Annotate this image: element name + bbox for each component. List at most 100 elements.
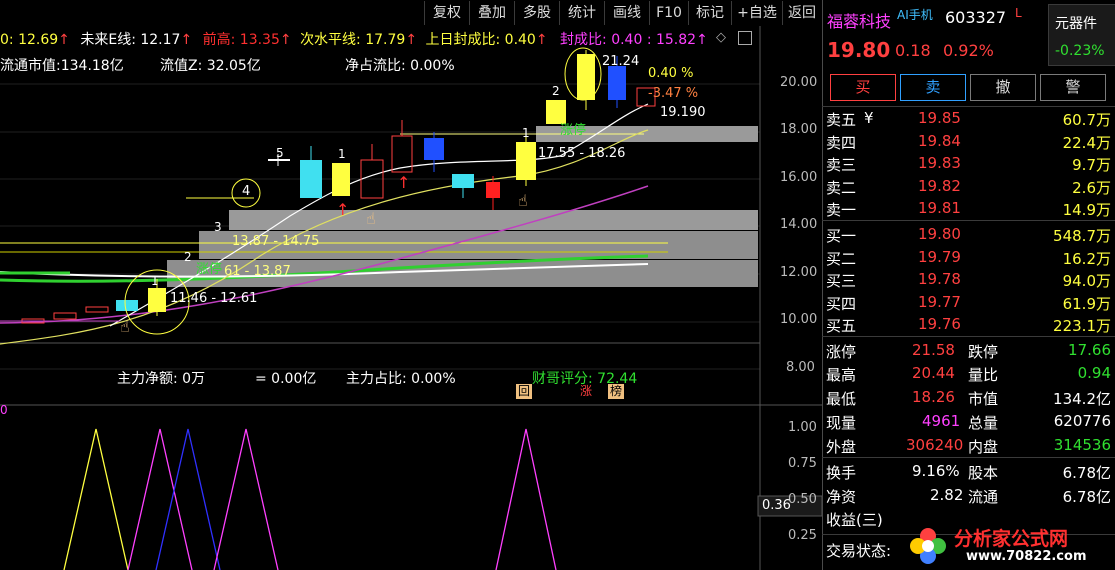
- flower-logo-icon: [908, 526, 948, 566]
- stock-code: 603327: [945, 8, 1007, 27]
- label-n1b: 1: [338, 147, 346, 161]
- current-price: 19.80: [827, 38, 891, 62]
- label-zone-top: 17.55 - 18.26: [538, 146, 626, 161]
- ask-row-3[interactable]: 卖三 19.83 9.7万: [822, 152, 1115, 175]
- axis-tick: 12.00: [780, 265, 818, 280]
- toolbar-add-watchlist[interactable]: +自选: [731, 1, 782, 25]
- watermark-url: www.70822.com: [966, 549, 1087, 564]
- toolbar-back[interactable]: 返回: [782, 1, 821, 25]
- axis-tick: 8.00: [786, 360, 815, 375]
- bid-row-4[interactable]: 买四 19.77 61.9万: [822, 291, 1115, 314]
- indicator-current-value: 0.36: [762, 498, 791, 513]
- inner-label: 内盘: [968, 438, 999, 456]
- limit-down-label: 跌停: [968, 343, 999, 361]
- ask-row-1[interactable]: 卖一 19.81 14.9万: [822, 197, 1115, 220]
- buy-button[interactable]: 买: [830, 74, 896, 101]
- hand-pointer-icon: ☝: [366, 209, 376, 228]
- ask-label: 卖三: [826, 156, 857, 174]
- label-n2b: 2: [552, 84, 560, 98]
- ask-label: 卖一: [826, 201, 857, 219]
- stock-suffix: L: [1015, 6, 1022, 20]
- bid-row-1[interactable]: 买一 19.80 548.7万: [822, 223, 1115, 246]
- stats-row-high: 最高 20.44 量比 0.94: [822, 362, 1115, 385]
- label-price-right: 19.190: [660, 105, 706, 120]
- tag-hui[interactable]: 回: [516, 384, 532, 399]
- limit-up-label: 涨停: [826, 343, 857, 361]
- ask-volume: 2.6万: [1072, 179, 1111, 197]
- label-n1: 1: [151, 274, 159, 288]
- buy-arrow-icon: ↑: [397, 173, 410, 192]
- candle: [332, 163, 350, 196]
- axis-tick: 18.00: [780, 122, 818, 137]
- cur-vol-value: 4961: [922, 412, 961, 430]
- net-asset-label: 净资: [826, 488, 857, 506]
- bid-volume: 16.2万: [1062, 250, 1111, 268]
- float-label: 流通: [968, 488, 999, 506]
- price-change-pct: 0.92%: [943, 41, 994, 60]
- toolbar-multi-stock[interactable]: 多股: [514, 1, 559, 25]
- alert-button[interactable]: 警: [1040, 74, 1106, 101]
- bid-label: 买三: [826, 272, 857, 290]
- total-vol-label: 总量: [968, 414, 999, 432]
- top-toolbar: 复权 叠加 多股 统计 画线 F10 标记 +自选 返回: [0, 0, 822, 26]
- label-top-price: 21.24: [602, 54, 640, 69]
- candle: [116, 300, 138, 311]
- buy-arrow-icon: ↑: [336, 200, 349, 219]
- ask-row-5[interactable]: 卖五 ¥ 19.85 60.7万: [822, 107, 1115, 130]
- net-asset-value: 2.82: [930, 486, 964, 504]
- turnover-label: 换手: [826, 464, 857, 482]
- sector-name: 元器件: [1055, 16, 1097, 32]
- toolbar-draw-line[interactable]: 画线: [604, 1, 649, 25]
- bid-row-2[interactable]: 买二 19.79 16.2万: [822, 246, 1115, 269]
- bid-label: 买四: [826, 295, 857, 313]
- tag-zhang[interactable]: 涨: [578, 384, 594, 399]
- bid-row-5[interactable]: 买五 19.76 223.1万: [822, 313, 1115, 336]
- tag-bang[interactable]: 榜: [608, 384, 624, 399]
- toolbar-restore-rights[interactable]: 复权: [424, 1, 469, 25]
- stats-row-turnover: 换手 9.16% 股本 6.78亿: [822, 460, 1115, 483]
- toolbar-mark[interactable]: 标记: [688, 1, 731, 25]
- indicator-tick: 0.25: [788, 528, 817, 543]
- ask-row-2[interactable]: 卖二 19.82 2.6万: [822, 175, 1115, 198]
- inner-value: 314536: [1053, 436, 1111, 454]
- sell-button[interactable]: 卖: [900, 74, 966, 101]
- bid-row-3[interactable]: 买三 19.78 94.0万: [822, 268, 1115, 291]
- bid-price: 19.77: [918, 293, 961, 311]
- ask-price: 19.81: [918, 199, 961, 217]
- outer-label: 外盘: [826, 438, 857, 456]
- axis-tick: 10.00: [780, 312, 818, 327]
- float-value: 6.78亿: [1062, 488, 1111, 506]
- vol-ratio-value: 0.94: [1077, 364, 1111, 382]
- bid-price: 19.79: [918, 248, 961, 266]
- turnover-value: 9.16%: [912, 462, 960, 480]
- ask-label: 卖二: [826, 179, 857, 197]
- zone-mid-1: [229, 210, 758, 230]
- stats-row-outer: 外盘 306240 内盘 314536: [822, 434, 1115, 457]
- hand-pointer-icon: ☝: [518, 191, 528, 210]
- vol-ratio-label: 量比: [968, 366, 999, 384]
- sector-box[interactable]: 元器件 -0.23%: [1048, 4, 1115, 66]
- price-change: 0.18: [895, 41, 931, 60]
- axis-tick: 20.00: [780, 75, 818, 90]
- mcap-value: 134.2亿: [1053, 390, 1111, 408]
- cancel-order-button[interactable]: 撤: [970, 74, 1036, 101]
- ask-price: 19.83: [918, 154, 961, 172]
- watermark: 分析家公式网 www.70822.com: [906, 522, 1115, 570]
- axis-tick: 14.00: [780, 217, 818, 232]
- ask-label: 卖四: [826, 134, 857, 152]
- bid-label: 买五: [826, 317, 857, 335]
- main-ratio: 主力占比: 0.00%: [346, 371, 456, 387]
- ai-phone-tag[interactable]: AI手机: [897, 6, 933, 23]
- stats-row-vol: 现量 4961 总量 620776: [822, 410, 1115, 433]
- toolbar-statistics[interactable]: 统计: [559, 1, 604, 25]
- indicator-left-label: 0: [0, 403, 8, 417]
- toolbar-f10[interactable]: F10: [649, 1, 688, 25]
- bid-price: 19.76: [918, 315, 961, 333]
- label-n1c: 1: [522, 126, 530, 140]
- label-zone-low: 11.46 - 12.61: [170, 291, 258, 306]
- ask-row-4[interactable]: 卖四 19.84 22.4万: [822, 130, 1115, 153]
- stock-name: 福蓉科技: [827, 12, 892, 31]
- ask-price: 19.82: [918, 177, 961, 195]
- label-n2: 2: [184, 250, 192, 264]
- toolbar-overlay[interactable]: 叠加: [469, 1, 514, 25]
